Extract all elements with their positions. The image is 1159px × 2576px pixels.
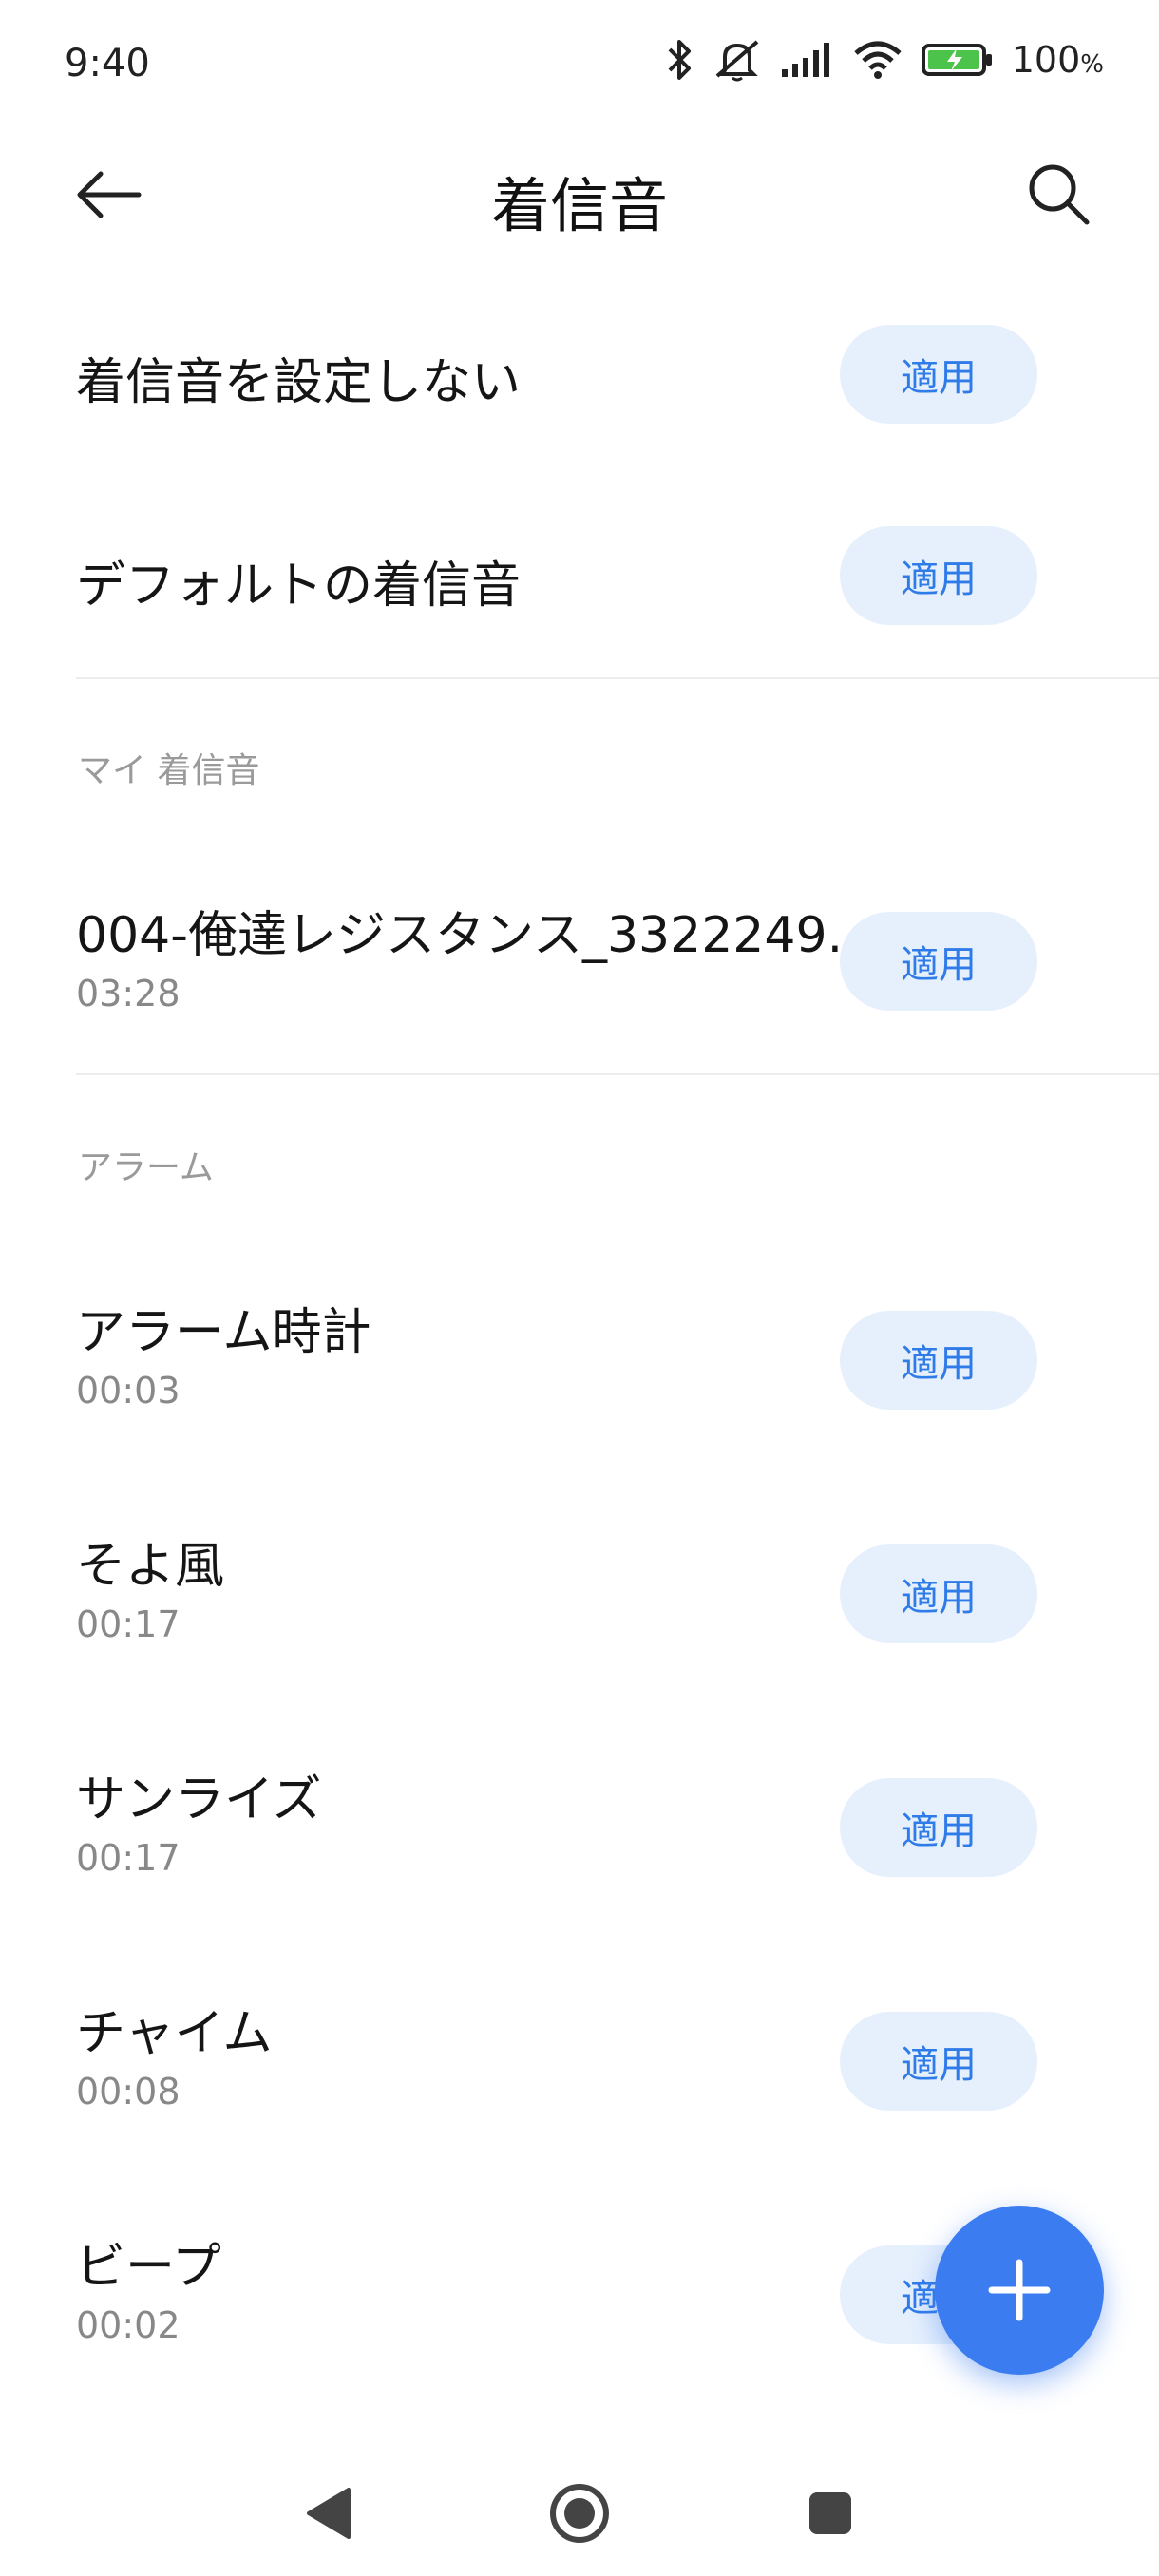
nav-recents-icon — [809, 2492, 851, 2534]
battery-percentage: 100% — [1011, 39, 1104, 81]
status-icons: 100% — [666, 38, 1104, 82]
apply-button[interactable]: 適用 — [840, 1311, 1037, 1410]
add-ringtone-button[interactable] — [935, 2206, 1104, 2375]
list-item[interactable]: 004-俺達レジスタンス_3322249... 03:28 適用 — [0, 874, 1159, 1045]
wifi-icon — [852, 40, 903, 80]
mute-icon — [712, 38, 763, 82]
item-title: デフォルトの着信音 — [76, 558, 522, 615]
apply-button[interactable]: 適用 — [840, 526, 1037, 625]
nav-recents-button[interactable] — [792, 2475, 868, 2551]
apply-button[interactable]: 適用 — [840, 912, 1037, 1011]
item-duration: 00:02 — [76, 2304, 180, 2346]
page-title: 着信音 — [490, 171, 668, 240]
item-title: 004-俺達レジスタンス_3322249... — [76, 907, 875, 964]
search-button[interactable] — [1020, 156, 1096, 232]
nav-home-icon — [550, 2484, 609, 2543]
app-bar: 着信音 — [0, 133, 1159, 256]
apply-button[interactable]: 適用 — [840, 325, 1037, 424]
item-duration: 00:17 — [76, 1603, 180, 1645]
section-label-alarm: アラーム — [78, 1148, 214, 1187]
status-time: 9:40 — [65, 42, 150, 85]
item-duration: 03:28 — [76, 973, 180, 1014]
list-item-no-ringtone[interactable]: 着信音を設定しない 適用 — [0, 304, 1159, 446]
list-item[interactable]: チャイム 00:08 適用 — [0, 1964, 1159, 2135]
item-duration: 00:17 — [76, 1837, 180, 1879]
navigation-bar — [0, 2432, 1159, 2576]
nav-home-button[interactable] — [542, 2475, 618, 2551]
item-title: ビープ — [76, 2239, 221, 2296]
status-bar: 9:40 100% — [0, 0, 1159, 133]
list-item[interactable]: サンライズ 00:17 適用 — [0, 1731, 1159, 1902]
signal-icon — [780, 41, 835, 79]
apply-button[interactable]: 適用 — [840, 1544, 1037, 1643]
nav-back-icon — [307, 2488, 351, 2539]
divider — [76, 677, 1159, 679]
item-title: 着信音を設定しない — [76, 354, 522, 411]
list-item[interactable]: アラーム時計 00:03 適用 — [0, 1263, 1159, 1434]
bluetooth-icon — [666, 38, 694, 82]
item-title: チャイム — [76, 2005, 273, 2062]
search-icon — [1029, 164, 1090, 225]
section-label-my-ringtones: マイ 着信音 — [78, 751, 260, 790]
item-title: サンライズ — [76, 1771, 322, 1828]
divider — [76, 1073, 1159, 1075]
nav-back-button[interactable] — [291, 2475, 367, 2551]
item-title: アラーム時計 — [76, 1304, 371, 1361]
list-item[interactable]: そよ風 00:17 適用 — [0, 1497, 1159, 1668]
item-title: そよ風 — [76, 1538, 225, 1595]
apply-button[interactable]: 適用 — [840, 2012, 1037, 2111]
plus-icon — [988, 2259, 1051, 2321]
apply-button[interactable]: 適用 — [840, 1778, 1037, 1877]
item-duration: 00:03 — [76, 1370, 180, 1411]
battery-charging-icon — [921, 41, 995, 79]
list-item-default-ringtone[interactable]: デフォルトの着信音 適用 — [0, 503, 1159, 646]
item-duration: 00:08 — [76, 2071, 180, 2112]
